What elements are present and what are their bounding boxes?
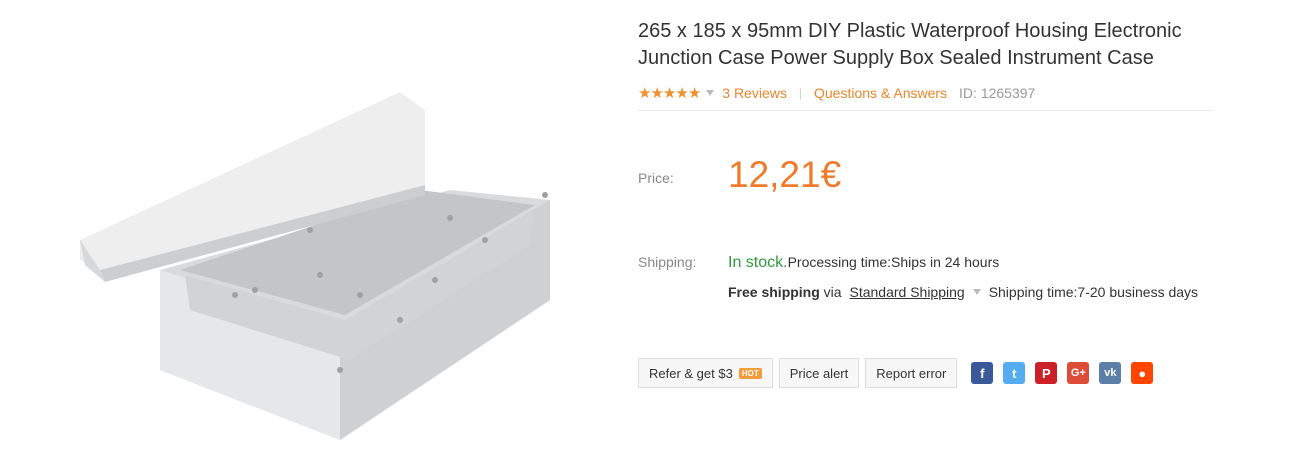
shipping-block: Shipping: In stock. Processing time:Ship… <box>638 254 1238 300</box>
price-row: Price: 12,21€ <box>638 154 841 196</box>
action-bar: Refer & get $3 HOT Price alert Report er… <box>638 358 1163 388</box>
title-line-1: 265 x 185 x 95mm DIY Plastic Waterproof … <box>638 20 1182 42</box>
hot-badge: HOT <box>738 367 762 379</box>
product-id: ID: 1265397 <box>959 85 1036 101</box>
via-text: via <box>819 284 846 300</box>
price-label: Price: <box>638 170 674 186</box>
pinterest-icon[interactable]: P <box>1035 362 1058 384</box>
refer-button[interactable]: Refer & get $3 HOT <box>638 358 773 388</box>
refer-label: Refer & get $3 <box>649 365 733 381</box>
star-icon: ★ <box>687 85 701 102</box>
twitter-icon[interactable]: t <box>1003 362 1026 384</box>
product-info: 265 x 185 x 95mm DIY Plastic Waterproof … <box>638 18 1214 388</box>
shipping-time: Shipping time:7-20 business days <box>988 284 1199 300</box>
social-share-icons: f t P G+ vk ● <box>971 362 1163 384</box>
shipping-row: Shipping: In stock. Processing time:Ship… <box>638 254 1238 272</box>
facebook-icon[interactable]: f <box>971 362 994 384</box>
star-icon: ★ <box>638 85 651 102</box>
reddit-icon[interactable]: ● <box>1131 362 1154 384</box>
reviews-link[interactable]: 3 Reviews <box>722 85 787 101</box>
price-value: 12,21€ <box>728 154 842 195</box>
shipping-method-row: Free shipping via Standard Shipping Ship… <box>728 284 1238 300</box>
product-title: 265 x 185 x 95mm DIY Plastic Waterproof … <box>638 18 1214 72</box>
questions-answers-link[interactable]: Questions & Answers <box>814 85 947 101</box>
shipping-method-select[interactable]: Standard Shipping <box>849 284 964 300</box>
google-plus-icon[interactable]: G+ <box>1067 362 1090 384</box>
free-shipping: Free shipping <box>728 284 820 300</box>
shipping-dropdown-caret-icon[interactable] <box>972 289 981 295</box>
price-alert-button[interactable]: Price alert <box>778 358 860 388</box>
stock-status: In stock. <box>728 254 788 271</box>
processing-time: Processing time:Ships in 24 hours <box>787 254 1000 270</box>
star-icon: ★ <box>662 85 676 102</box>
vk-icon[interactable]: vk <box>1099 362 1122 384</box>
title-line-2: Junction Case Power Supply Box Sealed In… <box>638 47 1154 69</box>
report-error-button[interactable]: Report error <box>865 358 958 388</box>
star-icon: ★ <box>675 85 688 102</box>
shipping-label: Shipping: <box>638 254 697 270</box>
product-meta: ★ ★ ★ ★ ★ 3 Reviews | Questions & Answer… <box>638 82 1214 111</box>
rating-stars[interactable]: ★ ★ ★ ★ ★ <box>638 84 701 102</box>
product-image[interactable] <box>60 70 580 465</box>
star-icon: ★ <box>650 85 663 102</box>
rating-dropdown-caret-icon[interactable] <box>706 90 715 96</box>
divider: | <box>798 86 802 100</box>
